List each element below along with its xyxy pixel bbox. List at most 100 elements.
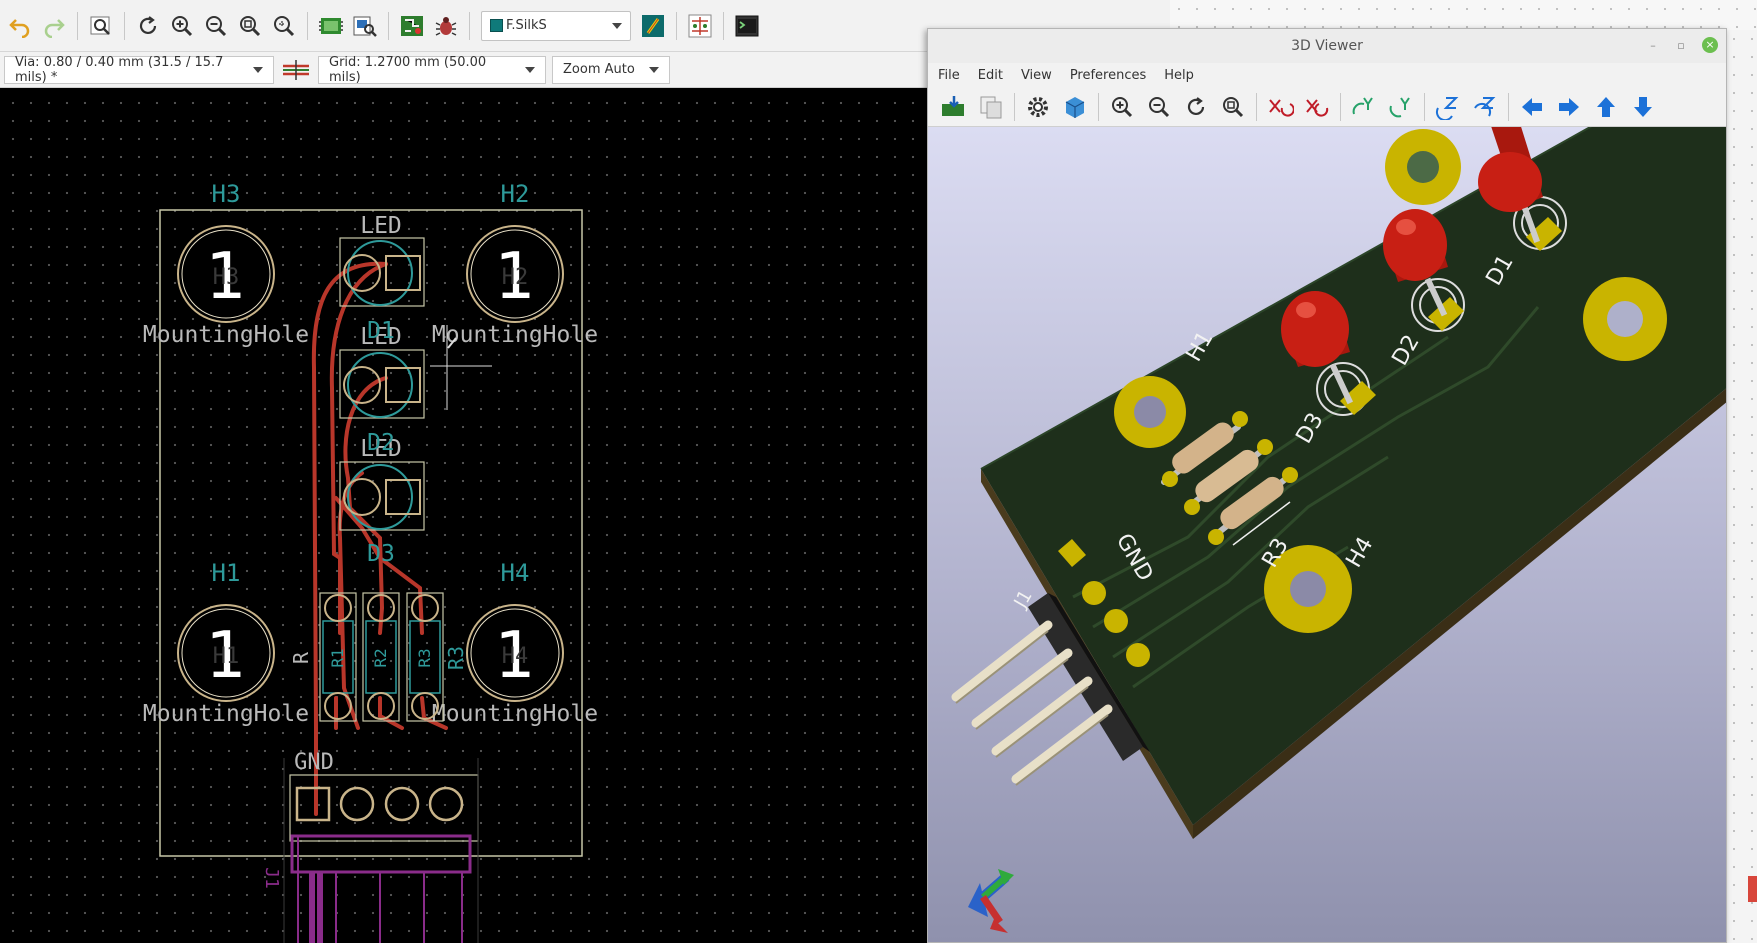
viewer-titlebar[interactable]: 3D Viewer – ▫ × [928,29,1726,63]
restore-icon[interactable]: ▫ [1674,38,1688,52]
pcb-3d-board [980,127,1726,839]
pan-up-icon[interactable] [1588,90,1624,124]
viewer-toolbar [928,87,1726,127]
layer-select-value: F.SilkS [506,18,547,33]
hole-h4-value: MountingHole [432,701,598,727]
viewer-title: 3D Viewer [1291,38,1363,54]
menu-file[interactable]: File [938,68,960,83]
chevron-down-icon [612,22,622,29]
hole-h2-ref: H2 [501,180,530,208]
rotate-y-ccw-icon[interactable] [1383,90,1419,124]
footprint-editor-icon[interactable] [315,10,347,42]
rotate-x-ccw-icon[interactable] [1299,90,1335,124]
footprint-viewer-icon[interactable] [349,10,381,42]
hole-h1-fab: H1 [213,644,240,669]
hole-h3-ref: H3 [212,180,241,208]
minimize-icon[interactable]: – [1646,38,1660,52]
resistor-side-label: R3 [444,646,468,670]
rotate-z-cw-icon[interactable] [1430,90,1466,124]
hole-h4-ref: H4 [501,559,530,587]
settings-gear-icon[interactable] [1020,90,1056,124]
layer-select[interactable]: F.SilkS [481,10,631,41]
scripting-console-icon[interactable] [731,10,763,42]
resistor-value-label: R [289,651,313,664]
resistor-r1-ref: R1 [328,648,347,667]
pcb-editor-window: F.SilkS Via: 0.80 / 0.40 mm (31.5 / 15.7… [0,0,1170,943]
connector-j1 [283,758,479,943]
zoom-search-icon[interactable] [85,10,117,42]
zoom-value: Zoom Auto [563,62,635,77]
hole-h3-fab: H3 [213,265,240,290]
background-editor-edge [1725,30,1757,943]
hole-h2-fab: H2 [502,265,529,290]
menu-help[interactable]: Help [1164,68,1194,83]
ratsnest-icon[interactable] [684,10,716,42]
grid-value: Grid: 1.2700 mm (50.00 mils) [329,54,487,85]
hole-3d-top [1385,129,1461,205]
led-d3-ref: D3 [367,541,395,567]
pan-right-icon[interactable] [1551,90,1587,124]
resistor-r3-ref: R3 [415,648,434,667]
track-width-icon[interactable] [280,54,312,86]
background-marker [1748,876,1757,902]
layer-color-swatch [490,19,503,32]
pcb-drawing: 1 1 1 1 H3 H2 H1 H4 H3 H2 H1 H4 Mounting… [143,180,598,943]
close-icon[interactable]: × [1702,37,1718,53]
drc-bug-icon[interactable] [430,10,462,42]
viewer-menubar: File Edit View Preferences Help [928,63,1726,87]
viewer-3d-viewport[interactable]: H1 H4 D1 D2 D3 R3 GND J1 [928,127,1726,942]
led-d1-value: LED [360,213,402,239]
chevron-down-icon [525,66,535,73]
menu-preferences[interactable]: Preferences [1070,68,1146,83]
resistor-r2-ref: R2 [371,648,390,667]
menu-view[interactable]: View [1021,68,1052,83]
hole-h2-value: MountingHole [432,322,598,348]
zoom-fit-icon[interactable] [1215,90,1251,124]
board-3d-render: H1 H4 D1 D2 D3 R3 GND J1 [951,127,1726,933]
desktop: F.SilkS Via: 0.80 / 0.40 mm (31.5 / 15.7… [0,0,1757,943]
zoom-fit-icon[interactable] [234,10,266,42]
grid-select[interactable]: Grid: 1.2700 mm (50.00 mils) [318,54,546,85]
hole-h1-ref: H1 [212,559,241,587]
connector-ref: J1 [261,867,282,889]
viewer-3d-window: 3D Viewer – ▫ × File Edit View Preferenc… [927,28,1727,943]
zoom-in-icon[interactable] [1104,90,1140,124]
redo-icon[interactable] [38,10,70,42]
zoom-out-icon[interactable] [200,10,232,42]
via-size-select[interactable]: Via: 0.80 / 0.40 mm (31.5 / 15.7 mils) * [4,54,274,85]
rotate-x-cw-icon[interactable] [1262,90,1298,124]
redraw-icon[interactable] [1178,90,1214,124]
hole-h4-fab: H4 [502,644,529,669]
rotate-z-ccw-icon[interactable] [1467,90,1503,124]
led-d2-ref: D2 [367,430,395,456]
undo-icon[interactable] [4,10,36,42]
rotate-y-cw-icon[interactable] [1346,90,1382,124]
hole-3d-h1 [1114,376,1186,448]
chevron-down-icon [648,66,659,73]
zoom-select[interactable]: Zoom Auto [552,55,670,84]
menu-edit[interactable]: Edit [978,68,1003,83]
reload-board-icon[interactable] [936,90,972,124]
netlist-icon[interactable] [396,10,428,42]
chevron-down-icon [253,66,263,73]
pan-left-icon[interactable] [1514,90,1550,124]
secondary-toolbar: Via: 0.80 / 0.40 mm (31.5 / 15.7 mils) *… [0,52,928,88]
refresh-icon[interactable] [132,10,164,42]
hole-3d-right [1583,277,1667,361]
hole-h1-value: MountingHole [143,701,309,727]
via-size-value: Via: 0.80 / 0.40 mm (31.5 / 15.7 mils) * [15,54,224,85]
zoom-out-icon[interactable] [1141,90,1177,124]
led-d1 [339,237,425,307]
hole-h3-value: MountingHole [143,322,309,348]
pcb-canvas[interactable]: 1 1 1 1 H3 H2 H1 H4 H3 H2 H1 H4 Mounting… [0,88,928,943]
copy-image-icon[interactable] [973,90,1009,124]
perspective-cube-icon[interactable] [1057,90,1093,124]
axis-gizmo [968,869,1014,933]
zoom-in-icon[interactable] [166,10,198,42]
background-strip [1170,0,1757,30]
layer-pair-icon[interactable] [637,10,669,42]
zoom-selection-icon[interactable] [268,10,300,42]
led-d1-ref: D1 [367,318,395,344]
connector-gnd-label: GND [294,750,334,775]
pan-down-icon[interactable] [1625,90,1661,124]
